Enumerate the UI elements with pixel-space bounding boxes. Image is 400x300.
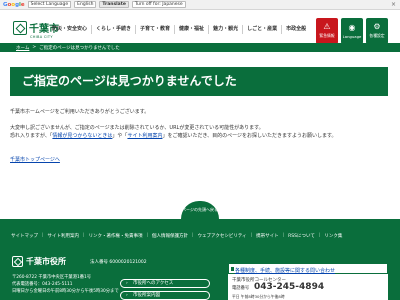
inquiry-link-box: 各種制度、手続、施設等に関する問い合わせ: [228, 263, 388, 274]
inquiry-link[interactable]: 各種制度、手続、施設等に関する問い合わせ: [235, 267, 335, 274]
emergency-button[interactable]: ⚠ 緊急情報: [316, 18, 338, 44]
gear-icon: ⚙: [373, 22, 381, 31]
thanks-text: 千葉市ホームページをご利用いただきありがとうございます。: [10, 109, 150, 115]
page-title: ご指定のページは見つかりませんでした: [10, 67, 388, 96]
emergency-label: 緊急情報: [319, 33, 335, 38]
warning-icon: ⚠: [323, 22, 331, 31]
language-button[interactable]: ◉ Language: [341, 18, 363, 44]
breadcrumb-current: ご指定のページは見つかりませんでした: [39, 45, 120, 51]
breadcrumb: ホーム > ご指定のページは見つかりませんでした: [0, 43, 400, 52]
nav-item-tourism[interactable]: 魅力・観光: [208, 24, 242, 34]
quick-links: ⚠ 緊急情報 ◉ Language ⚙ 各種設定: [316, 18, 388, 44]
settings-button[interactable]: ⚙ 各種設定: [366, 18, 388, 44]
call-tel-label: 電話番号: [232, 286, 250, 291]
call-tel-number: 043-245-4894: [254, 282, 325, 292]
google-translate-bar: Google Select Language English Translate…: [0, 0, 400, 10]
footer-city-hall-name: 千葉市役所: [26, 257, 66, 266]
access-button[interactable]: 市役所へのアクセス: [120, 279, 210, 288]
not-found-text: 大変申し訳ございませんが、ご指定のページまたは削除されているか、URLが変更され…: [10, 124, 264, 131]
nav-item-safety[interactable]: 防災・安全安心: [48, 25, 91, 34]
footer-nav: サイトマップ | サイト利用案内 | リンク・著作権・免責事項 | 個人情報保護方針 |…: [0, 219, 400, 242]
footer-link-site-guide[interactable]: サイト利用案内: [48, 233, 80, 239]
nav-item-business[interactable]: しごと・産業: [242, 24, 281, 34]
call-center-panel: 各種制度、手続、施設等に関する問い合わせ 千葉市役所コールセンター 電話番号 0…: [228, 263, 388, 300]
language-select[interactable]: Select Language: [27, 1, 72, 8]
footer-logo: 千葉市役所: [12, 256, 66, 267]
address: 〒260-8722 千葉市中央区千葉港1番1号: [12, 275, 92, 280]
close-icon[interactable]: ×: [391, 1, 396, 8]
language-label: Language: [342, 33, 362, 39]
google-logo: Google: [3, 1, 25, 8]
globe-icon: ◉: [348, 22, 356, 32]
settings-label: 各種設定: [369, 33, 385, 38]
top-page-link[interactable]: 千葉市トップページへ: [10, 156, 60, 163]
footer-link-copyright[interactable]: リンク・著作権・免責事項: [89, 233, 143, 239]
main-content: 千葉市ホームページをご利用いただきありがとうございます。 大変申し訳ございません…: [10, 108, 388, 141]
site-guide-link[interactable]: サイト利用案内: [127, 133, 162, 139]
nav-item-living[interactable]: くらし・手続き: [91, 24, 135, 34]
footer-link-accessibility[interactable]: ウェブアクセシビリティ: [198, 233, 247, 239]
breadcrumb-separator: >: [32, 45, 37, 50]
arrow-icon: [231, 267, 234, 271]
office-hours: 日曜日から金曜日の午前8時30分から午後5時30分まで: [12, 289, 119, 294]
guidance-text: 恐れ入りますが、「情報が見つからないときは」や「サイト利用案内」をご確認いただき…: [10, 133, 337, 139]
city-emblem-icon: [13, 20, 27, 35]
global-nav: 防災・安全安心 くらし・手続き 子育て・教育 健康・福祉 魅力・観光 しごと・産…: [48, 22, 310, 36]
turn-off-button[interactable]: Turn off for: Japanese: [131, 1, 186, 8]
nav-item-city-govt[interactable]: 市政全般: [281, 24, 310, 34]
english-button[interactable]: English: [74, 1, 97, 8]
city-emblem-icon: [12, 256, 23, 267]
breadcrumb-home-link[interactable]: ホーム: [16, 45, 29, 51]
nav-item-health[interactable]: 健康・福祉: [174, 24, 208, 34]
office-map-button[interactable]: 市役所案内図: [120, 291, 210, 300]
translate-button[interactable]: Translate: [99, 1, 129, 8]
page-top-button[interactable]: ページの先頭へ戻る: [181, 201, 219, 219]
corporate-number: 法人番号 6000020121002: [90, 260, 147, 265]
footer-address-block: 〒260-8722 千葉市中央区千葉港1番1号 代表電話番号：043-245-5…: [12, 274, 119, 295]
nav-item-childcare[interactable]: 子育て・教育: [135, 24, 174, 34]
footer-link-sitemap[interactable]: サイトマップ: [11, 233, 38, 239]
main-phone: 代表電話番号：043-245-5111: [12, 282, 73, 287]
cant-find-info-link[interactable]: 情報が見つからないときは: [52, 133, 112, 139]
call-hours: 平日 午前8時30分から午後8時: [232, 294, 285, 299]
footer-link-privacy[interactable]: 個人情報保護方針: [152, 233, 188, 239]
footer-link-rss[interactable]: RSSについて: [288, 233, 315, 239]
footer-link-mobile[interactable]: 携帯サイト: [256, 233, 279, 239]
footer-link-links[interactable]: リンク集: [324, 233, 342, 239]
